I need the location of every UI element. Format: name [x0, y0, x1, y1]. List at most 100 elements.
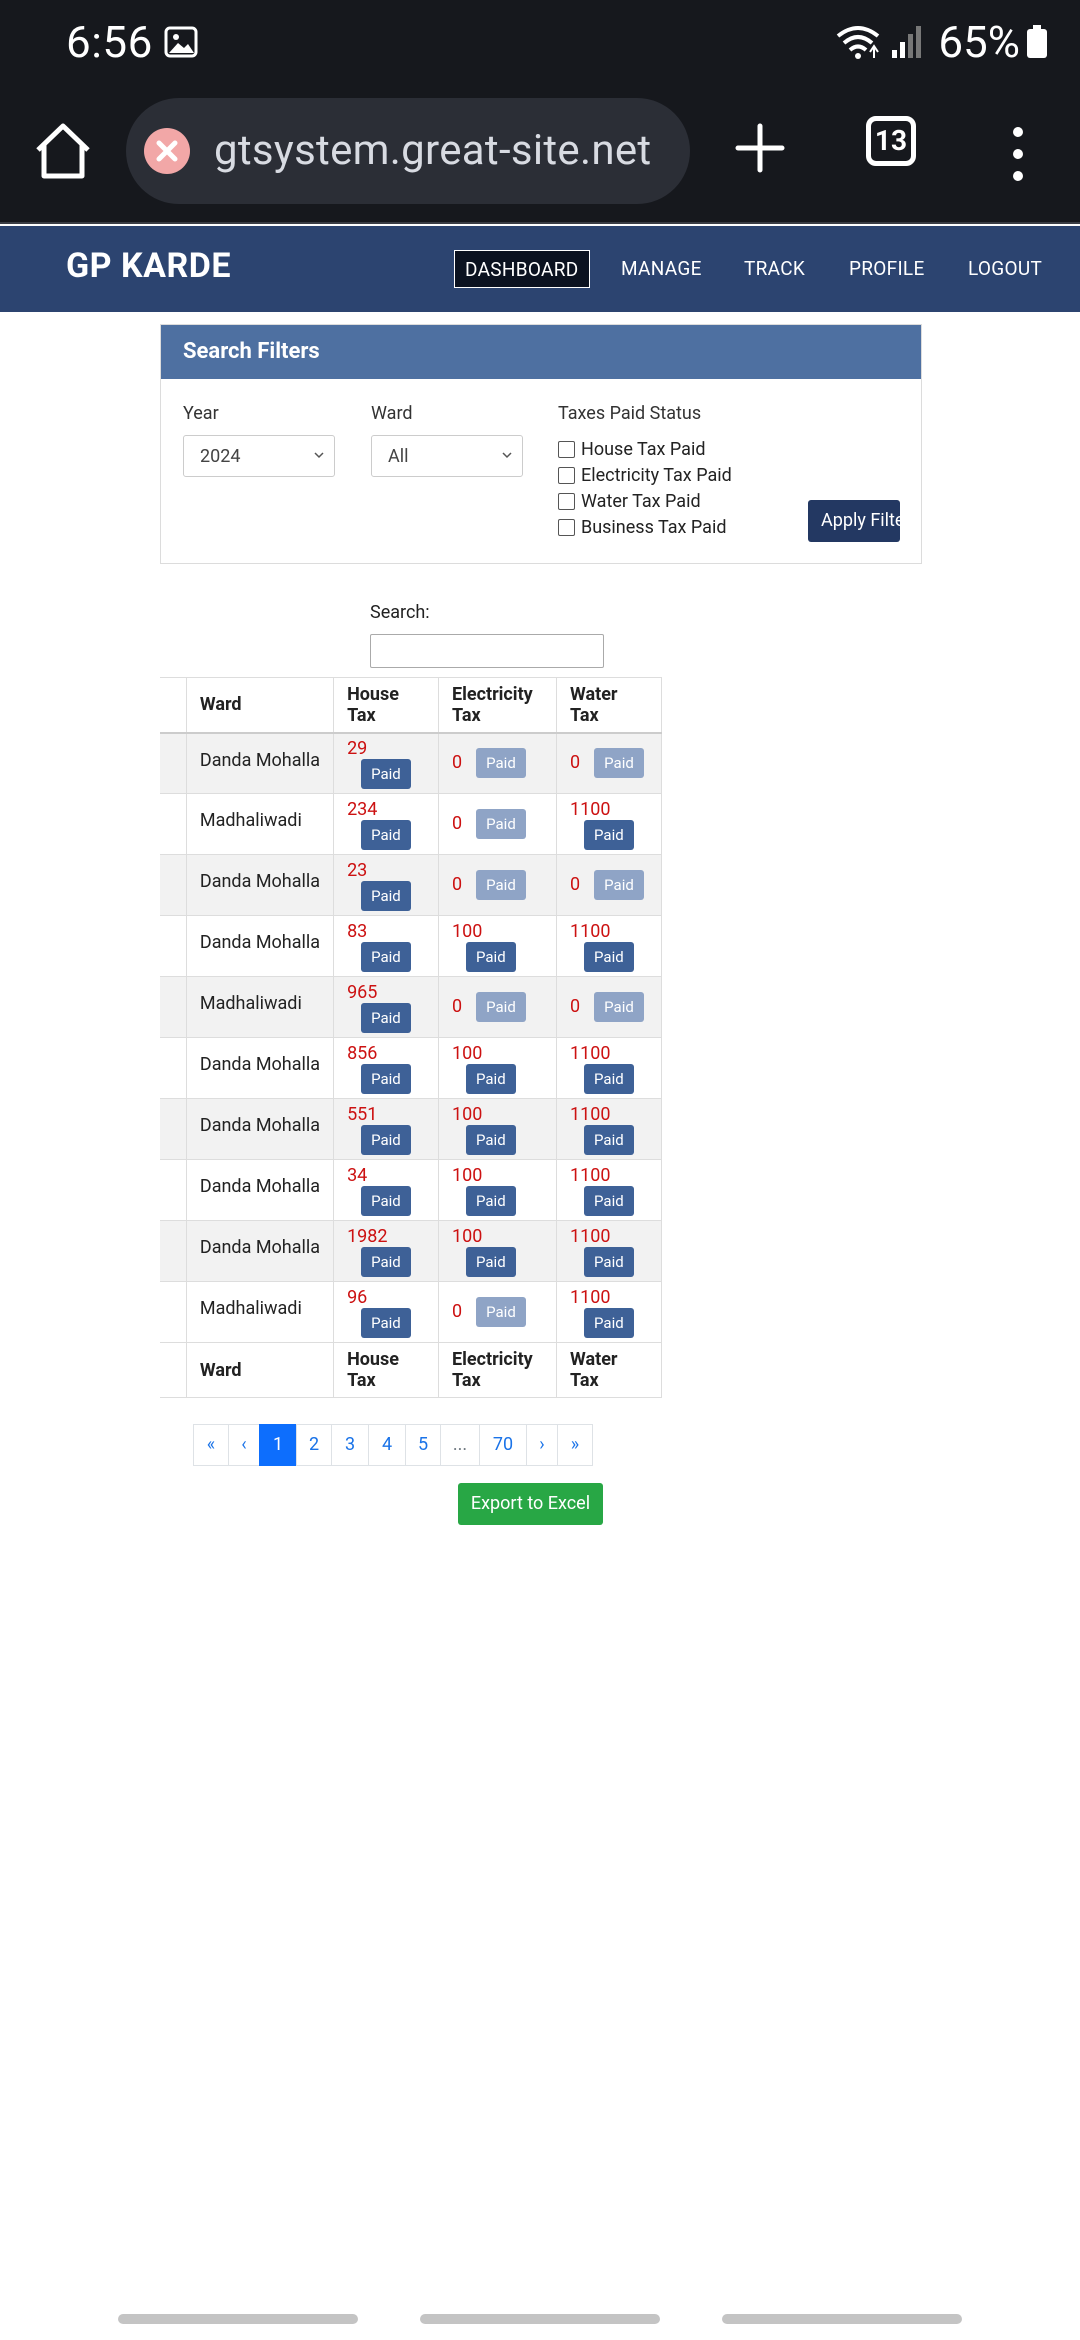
- table-row: ev Naravanekar etc. - 2Danda Mohalla23Pa…: [160, 854, 662, 916]
- house-tax-cell: 965Paid: [333, 976, 439, 1038]
- tax-table-viewport[interactable]: Ward House Tax Electricity Tax Water Tax…: [160, 677, 922, 1398]
- paid-button[interactable]: Paid: [584, 1246, 634, 1277]
- search-input[interactable]: [370, 634, 604, 668]
- page-link[interactable]: 70: [479, 1424, 527, 1466]
- page-link[interactable]: 5: [405, 1424, 441, 1466]
- brand-title[interactable]: GP KARDE: [66, 246, 231, 286]
- plus-icon[interactable]: [734, 122, 786, 174]
- house-tax-cell: 551Paid: [333, 1098, 439, 1160]
- nav-dashboard[interactable]: DASHBOARD: [454, 250, 590, 288]
- paid-button[interactable]: Paid: [361, 758, 411, 789]
- page-link[interactable]: ›: [526, 1424, 558, 1466]
- paid-button[interactable]: Paid: [584, 819, 634, 850]
- header-ward[interactable]: Ward: [185, 677, 335, 734]
- apply-filters-button[interactable]: Apply Filters: [808, 500, 900, 542]
- header-electricity-tax[interactable]: Electricity Tax: [437, 677, 558, 734]
- tabs-icon[interactable]: 13: [866, 116, 916, 166]
- paid-button[interactable]: Paid: [584, 941, 634, 972]
- stop-loading-icon[interactable]: [144, 128, 190, 174]
- paid-button[interactable]: Paid: [476, 809, 526, 839]
- checkbox[interactable]: [558, 467, 575, 484]
- water-tax-filter[interactable]: Water Tax Paid: [558, 491, 701, 512]
- business-tax-filter[interactable]: Business Tax Paid: [558, 517, 727, 538]
- checkbox[interactable]: [558, 519, 575, 536]
- paid-button[interactable]: Paid: [361, 1002, 411, 1033]
- url-text[interactable]: gtsystem.great-site.net: [214, 126, 651, 175]
- electricity-tax-filter[interactable]: Electricity Tax Paid: [558, 465, 732, 486]
- home-icon[interactable]: [30, 118, 96, 184]
- checkbox[interactable]: [558, 441, 575, 458]
- tax-table: Ward House Tax Electricity Tax Water Tax…: [160, 677, 662, 1398]
- checkbox[interactable]: [558, 493, 575, 510]
- ward-cell: Danda Mohalla: [185, 732, 335, 794]
- paid-button[interactable]: Paid: [466, 1246, 516, 1277]
- search-label: Search:: [370, 602, 430, 623]
- paid-button[interactable]: Paid: [476, 1297, 526, 1327]
- header-water-tax[interactable]: Water Tax: [556, 677, 662, 734]
- paid-button[interactable]: Paid: [594, 870, 644, 900]
- paid-button[interactable]: Paid: [584, 1185, 634, 1216]
- paid-button[interactable]: Paid: [361, 1063, 411, 1094]
- page-link[interactable]: 2: [296, 1424, 332, 1466]
- nav-track[interactable]: TRACK: [744, 250, 805, 288]
- year-select[interactable]: 2024: [183, 435, 335, 477]
- house-tax-amount: 96: [347, 1286, 368, 1308]
- electricity-tax-cell: 100Paid: [437, 1220, 558, 1282]
- page-link[interactable]: 3: [331, 1424, 369, 1466]
- paid-button[interactable]: Paid: [476, 748, 526, 779]
- export-excel-button[interactable]: Export to Excel: [458, 1483, 603, 1525]
- paid-button[interactable]: Paid: [466, 1124, 516, 1155]
- ward-label: Ward: [371, 403, 413, 424]
- paid-button[interactable]: Paid: [361, 1246, 411, 1277]
- paid-button[interactable]: Paid: [466, 941, 516, 972]
- header-house-tax[interactable]: House Tax: [333, 677, 439, 734]
- paid-button[interactable]: Paid: [466, 1185, 516, 1216]
- taxes-status-label: Taxes Paid Status: [558, 403, 702, 424]
- paid-button[interactable]: Paid: [361, 1307, 411, 1338]
- name-cell: Mane: [160, 976, 187, 1038]
- page-link[interactable]: «: [193, 1424, 229, 1466]
- header-name[interactable]: [160, 677, 187, 734]
- table-row: ManeMadhaliwadi234Paid0Paid1100Paid: [160, 793, 662, 855]
- nav-manage[interactable]: MANAGE: [621, 250, 702, 288]
- page-link[interactable]: 4: [368, 1424, 406, 1466]
- paid-button[interactable]: Paid: [361, 1124, 411, 1155]
- page-link[interactable]: 1: [259, 1424, 297, 1466]
- paid-button[interactable]: Paid: [594, 992, 644, 1022]
- water-tax-cell: 1100Paid: [556, 1159, 662, 1221]
- page-link[interactable]: ‹: [228, 1424, 260, 1466]
- paid-button[interactable]: Paid: [476, 992, 526, 1022]
- gallery-icon: [164, 26, 198, 58]
- paid-button[interactable]: Paid: [584, 1124, 634, 1155]
- paid-button[interactable]: Paid: [361, 1185, 411, 1216]
- electricity-tax-cell: 0 Paid: [437, 1281, 558, 1343]
- nav-profile[interactable]: PROFILE: [849, 250, 925, 288]
- paid-button[interactable]: Paid: [466, 1063, 516, 1094]
- chevron-down-icon: [502, 452, 512, 459]
- house-tax-filter[interactable]: House Tax Paid: [558, 439, 706, 460]
- table-footer-row: Ward House Tax Electricity Tax Water Tax: [160, 1342, 662, 1398]
- water-tax-cell: 0 Paid: [556, 854, 662, 916]
- more-vert-icon[interactable]: [1008, 114, 1028, 194]
- electricity-tax-amount: 100: [452, 1042, 483, 1064]
- water-tax-cell: 1100Paid: [556, 1281, 662, 1343]
- paid-button[interactable]: Paid: [584, 1063, 634, 1094]
- paid-button[interactable]: Paid: [361, 941, 411, 972]
- paid-button[interactable]: Paid: [361, 880, 411, 911]
- nav-logout[interactable]: LOGOUT: [968, 250, 1042, 288]
- paid-button[interactable]: Paid: [594, 748, 644, 779]
- house-tax-cell: 234Paid: [333, 793, 439, 855]
- page-link: ...: [440, 1424, 480, 1466]
- paid-button[interactable]: Paid: [361, 819, 411, 850]
- table-row: NaravankarDanda Mohalla1982Paid100Paid11…: [160, 1220, 662, 1282]
- water-tax-cell: 1100Paid: [556, 1220, 662, 1282]
- paid-button[interactable]: Paid: [476, 870, 526, 900]
- address-bar[interactable]: gtsystem.great-site.net: [126, 98, 690, 204]
- house-tax-amount: 234: [347, 798, 378, 820]
- paid-button[interactable]: Paid: [584, 1307, 634, 1338]
- status-time: 6:56: [66, 16, 153, 68]
- ward-select[interactable]: All: [371, 435, 523, 477]
- page-link[interactable]: »: [557, 1424, 593, 1466]
- battery-icon: [1027, 25, 1047, 58]
- ward-cell: Madhaliwadi: [185, 976, 335, 1038]
